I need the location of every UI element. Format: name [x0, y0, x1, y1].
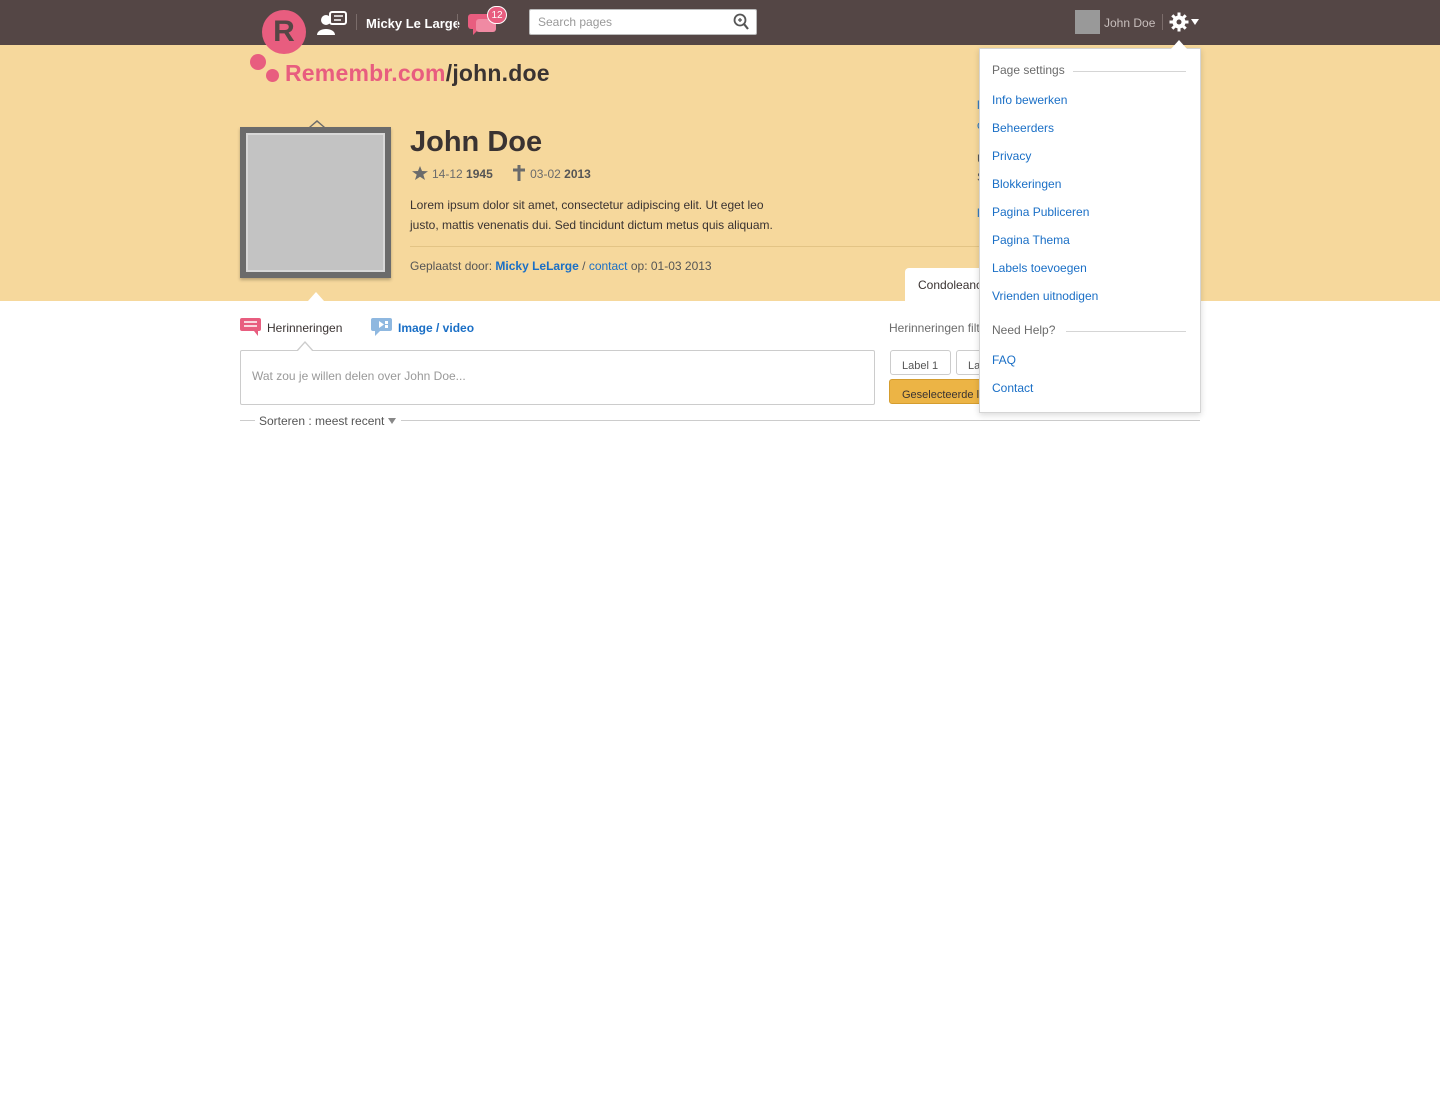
divider [1066, 331, 1186, 332]
posted-info: Geplaatst door: Micky LeLarge / contact … [410, 259, 712, 273]
image-video-icon[interactable] [371, 318, 393, 336]
section-heading: Need Help? [992, 323, 1064, 337]
search-icon[interactable] [732, 13, 750, 31]
label-filter-button[interactable]: Label 1 [890, 350, 951, 375]
author-link[interactable]: Micky LeLarge [495, 259, 578, 273]
profile-photo-frame[interactable] [240, 127, 391, 278]
chevron-down-icon [388, 418, 397, 424]
post-input[interactable] [252, 366, 852, 386]
avatar[interactable] [1075, 10, 1100, 34]
menu-item-labels[interactable]: Labels toevoegen [992, 261, 1087, 275]
divider [240, 420, 255, 421]
section-heading: Page settings [992, 63, 1073, 77]
logo-dot [266, 69, 279, 82]
selected-labels-button[interactable]: Geselecteerde l [889, 379, 989, 404]
filter-title: Herinneringen filt [889, 321, 980, 335]
profile-header [0, 45, 1440, 301]
tab-memories[interactable]: Herinneringen [267, 321, 342, 335]
star-icon [412, 166, 428, 180]
menu-item-publish[interactable]: Pagina Publiceren [992, 205, 1089, 219]
page-title: John Doe [410, 126, 543, 158]
menu-item-invite[interactable]: Vrienden uitnodigen [992, 289, 1098, 303]
sort-dropdown[interactable]: Sorteren : meest recent [259, 414, 397, 428]
dropdown-pointer [1171, 40, 1187, 49]
contact-link[interactable]: contact [589, 259, 628, 273]
tab-image-video[interactable]: Image / video [398, 321, 474, 335]
divider [410, 246, 980, 247]
life-dates: 14-12 1945 03-02 2013 [412, 165, 591, 181]
bio-text: Lorem ipsum dolor sit amet, consectetur … [410, 198, 773, 232]
search-input[interactable] [530, 10, 720, 34]
user-chat-icon[interactable] [316, 11, 348, 37]
menu-item-info-edit[interactable]: Info bewerken [992, 93, 1067, 107]
divider [356, 14, 357, 30]
settings-dropdown: Page settings Info bewerken Beheerders P… [979, 48, 1201, 413]
photo-pointer [308, 292, 324, 301]
divider [401, 420, 1200, 421]
menu-item-blocks[interactable]: Blokkeringen [992, 177, 1061, 191]
notification-badge[interactable]: 12 [487, 6, 507, 24]
divider [457, 14, 458, 30]
menu-item-contact[interactable]: Contact [992, 381, 1033, 395]
current-user-link[interactable]: Micky Le Large [366, 16, 460, 31]
post-composer[interactable] [240, 350, 875, 405]
menu-item-admins[interactable]: Beheerders [992, 121, 1054, 135]
tab-condolences[interactable]: Condoleanc [905, 268, 985, 301]
divider [1162, 14, 1163, 30]
memories-icon[interactable] [240, 318, 262, 336]
logo-icon[interactable]: R [262, 10, 306, 54]
composer-notch [297, 343, 313, 352]
logo-dot [250, 54, 266, 70]
menu-item-faq[interactable]: FAQ [992, 353, 1016, 367]
divider [1072, 71, 1186, 72]
search-box[interactable] [529, 9, 757, 35]
chevron-down-icon[interactable] [1191, 19, 1199, 25]
cross-icon [513, 165, 526, 181]
menu-item-privacy[interactable]: Privacy [992, 149, 1031, 163]
site-url[interactable]: Remembr.com/john.doe [285, 60, 550, 87]
gear-icon[interactable] [1169, 12, 1189, 32]
account-name[interactable]: John Doe [1104, 16, 1155, 30]
menu-item-theme[interactable]: Pagina Thema [992, 233, 1070, 247]
